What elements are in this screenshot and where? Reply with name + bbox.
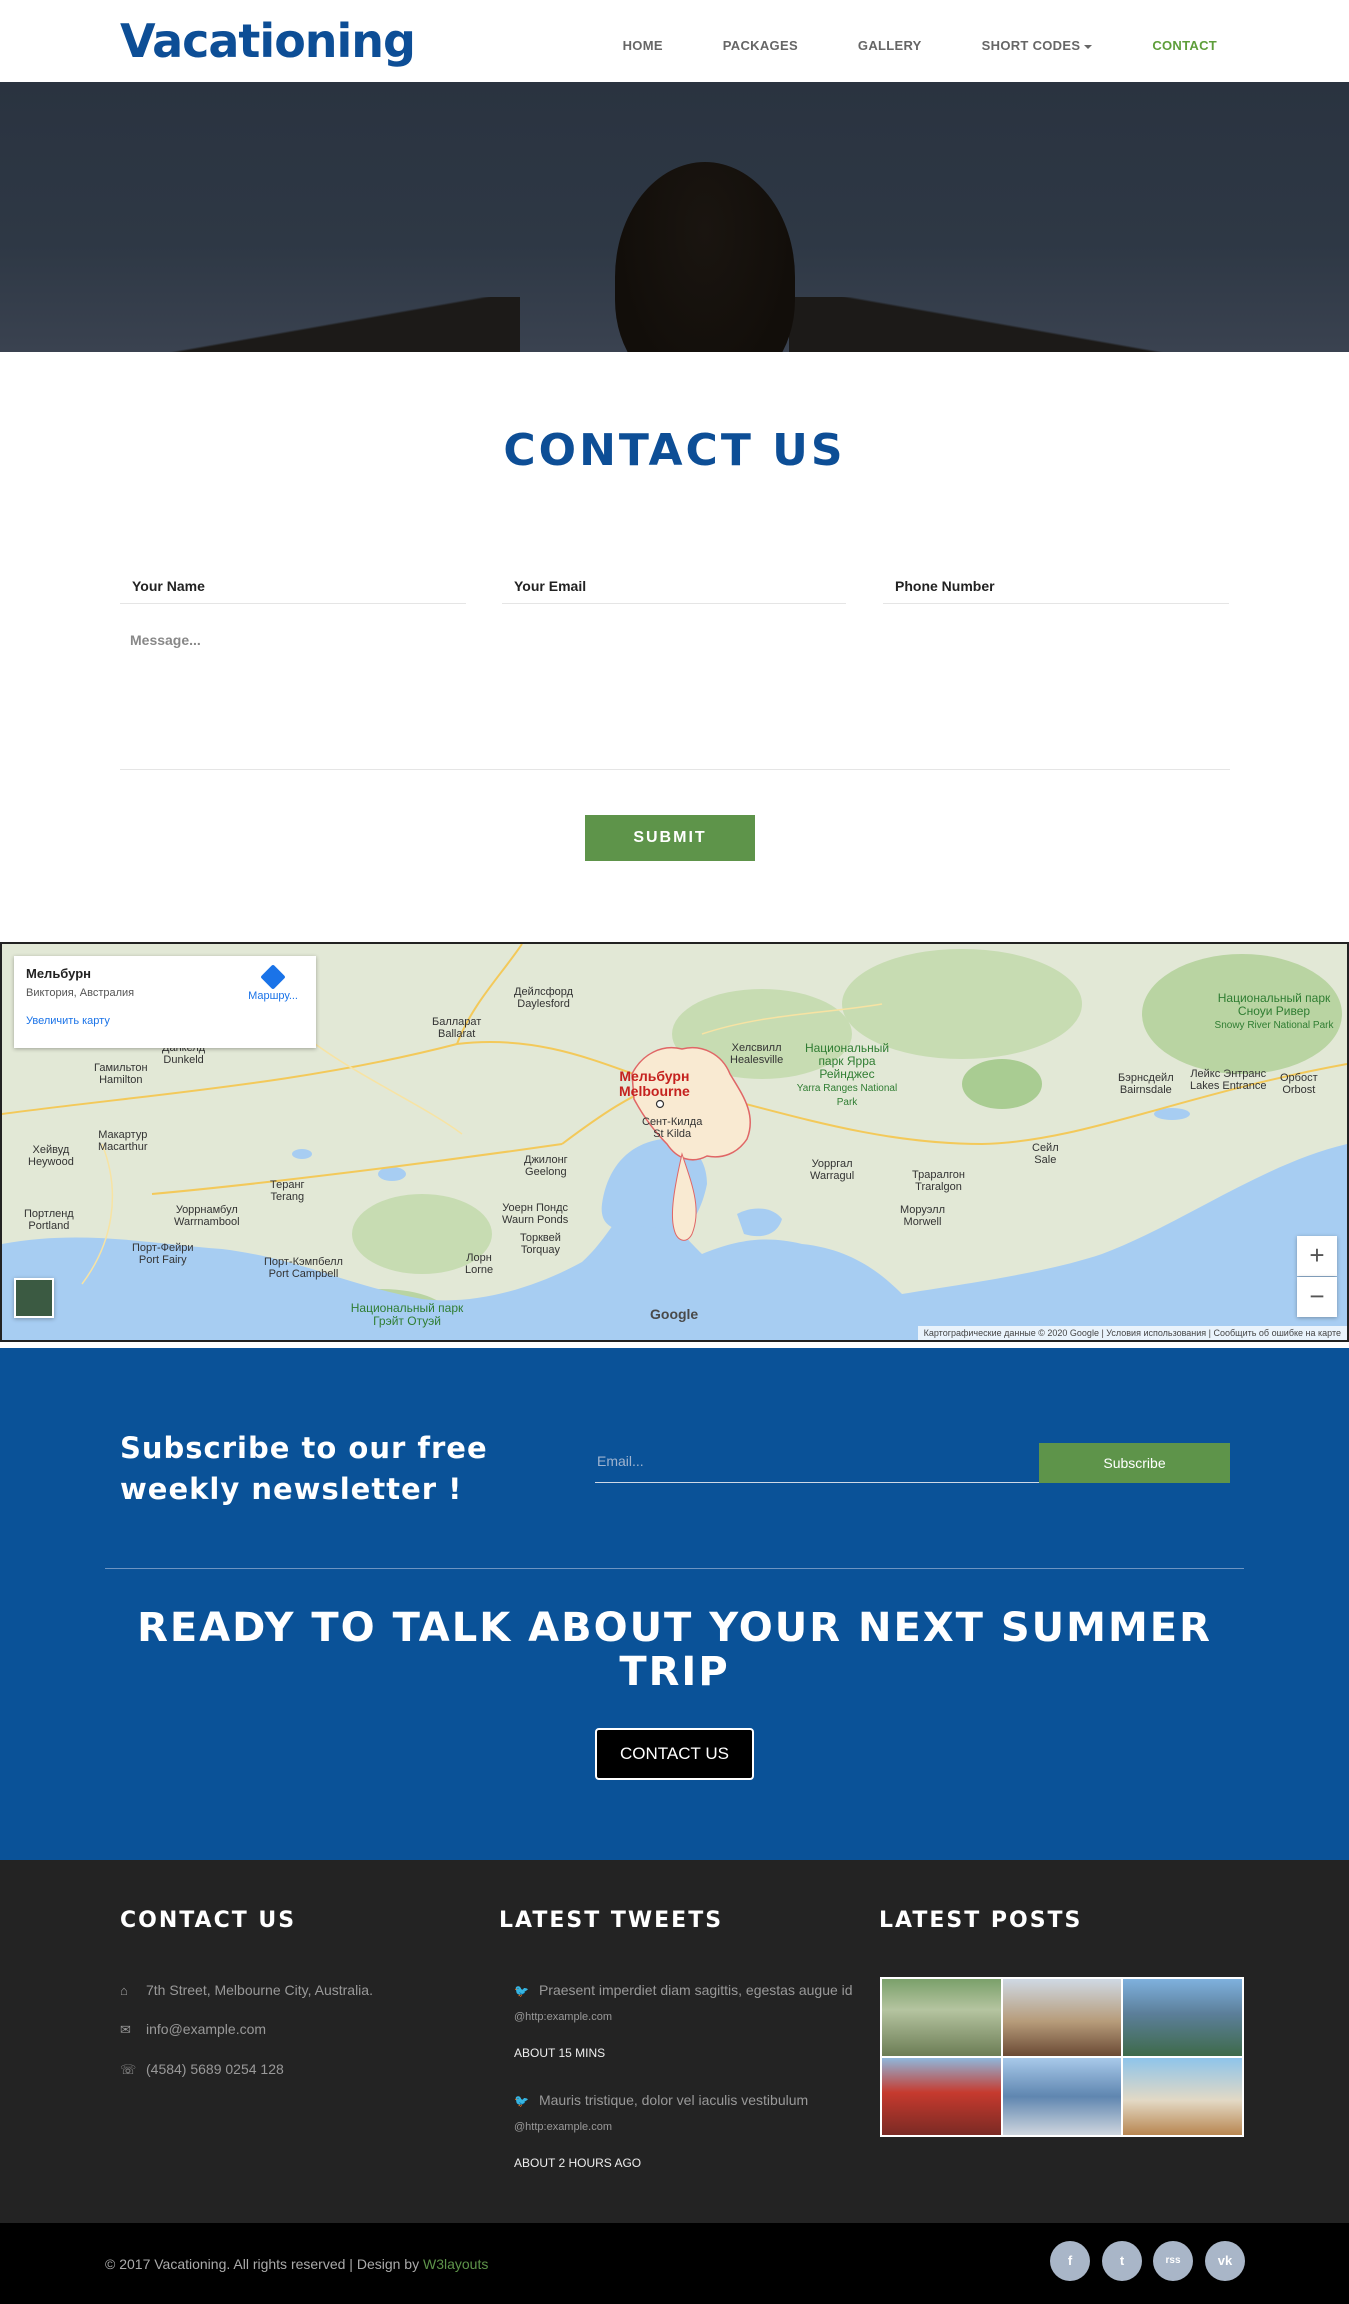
map-directions-button[interactable]: Маршру...	[248, 964, 298, 1002]
footer-email[interactable]: ✉ info@example.com	[120, 2021, 266, 2038]
map-larger-link[interactable]: Увеличить карту	[26, 1015, 304, 1027]
map-label-macarthur: Макартур Macarthur	[98, 1129, 148, 1153]
footer-address: ⌂ 7th Street, Melbourne City, Australia.	[120, 1982, 373, 1998]
map-label-heywood: Хейвуд Heywood	[28, 1144, 74, 1168]
post-thumbnail-beach[interactable]	[1123, 2058, 1242, 2135]
cta-title: READY TO TALK ABOUT YOUR NEXT SUMMER TRIP	[137, 1605, 1212, 1695]
post-thumbnail-temple[interactable]	[882, 2058, 1001, 2135]
nav-home[interactable]: HOME	[623, 38, 663, 53]
newsletter-email-input[interactable]: Email...	[595, 1443, 1039, 1483]
copyright-bar: © 2017 Vacationing. All rights reserved …	[0, 2223, 1349, 2304]
tweet-item: 🐦 Mauris tristique, dolor vel iaculis ves…	[514, 2092, 809, 2133]
map-zoom-out-button[interactable]: −	[1297, 1277, 1337, 1317]
tweet-time: ABOUT 15 MINS	[514, 2046, 606, 2060]
map-label-bairnsdale: Бэрнсдейл Bairnsdale	[1118, 1072, 1174, 1096]
home-icon: ⌂	[120, 1983, 128, 1998]
map-label-hamilton: Гамильтон Hamilton	[94, 1062, 148, 1086]
map-park-snowy: Национальный парк Сноуи Ривер Snowy River…	[1214, 991, 1334, 1032]
tweet-time: ABOUT 2 HOURS AGO	[514, 2156, 642, 2170]
site-header: Vacationing HOME PACKAGES GALLERY SHORT …	[0, 0, 1349, 82]
map-label-st-kilda: Сент-Килда St Kilda	[642, 1116, 703, 1140]
subscribe-button[interactable]: Subscribe	[1039, 1443, 1230, 1483]
main-nav: HOME PACKAGES GALLERY SHORT CODES CONTAC…	[563, 38, 1217, 53]
map-label-port-fairy: Порт-Фейри Port Fairy	[132, 1242, 194, 1266]
caret-down-icon	[1084, 44, 1093, 49]
message-field[interactable]: Message...	[120, 620, 1230, 770]
map-label-ballarat: Балларат Ballarat	[432, 1016, 482, 1040]
post-thumbnail-mountains[interactable]	[1123, 1979, 1242, 2056]
map-label-daylesford: Дейлсфорд Daylesford	[514, 986, 574, 1010]
map-label-terang: Теранг Terang	[270, 1179, 305, 1203]
map-label-morwell: Моруэлл Morwell	[900, 1204, 945, 1228]
phone-field[interactable]: Phone Number	[883, 570, 1229, 604]
designer-link[interactable]: W3layouts	[423, 2256, 488, 2272]
post-thumbnail-bridge[interactable]	[1002, 1979, 1122, 2056]
map-label-warrnambool: Уоррнамбул Warrnambool	[174, 1204, 240, 1228]
site-footer: CONTACT US ⌂ 7th Street, Melbourne City, …	[0, 1860, 1349, 2223]
nav-short-codes[interactable]: SHORT CODES	[982, 38, 1093, 53]
map-label-warragul: Уорргал Warragul	[810, 1158, 855, 1182]
map-label-healesville: Хелсвилл Healesville	[730, 1042, 784, 1066]
map-label-orbost: Орбост Orbost	[1280, 1072, 1318, 1096]
banner-shoulder-left	[0, 297, 520, 352]
site-logo[interactable]: Vacationing	[120, 14, 416, 68]
email-field[interactable]: Your Email	[502, 570, 846, 604]
map-label-geelong: Джилонг Geelong	[524, 1154, 568, 1178]
nav-short-codes-label: SHORT CODES	[981, 38, 1081, 53]
copyright-text: © 2017 Vacationing. All rights reserved …	[105, 2256, 489, 2272]
footer-tweets-title: LATEST TWEETS	[499, 1908, 724, 1933]
map-zoom-in-button[interactable]: +	[1297, 1236, 1337, 1276]
hero-banner	[0, 82, 1349, 352]
banner-shoulder-right	[789, 297, 1349, 352]
map-label-torquay: Торквей Torquay	[520, 1232, 561, 1256]
map-embed[interactable]: Балларат Ballarat Дейлсфорд Daylesford Гам…	[0, 942, 1349, 1342]
map-park-otway: Национальный парк Грэйт Отуэй	[350, 1301, 464, 1328]
newsletter-heading: Subscribe to our free weekly newsletter !	[120, 1431, 488, 1506]
map-attribution[interactable]: Картографические данные © 2020 Google | …	[917, 1326, 1347, 1340]
footer-posts-title: LATEST POSTS	[879, 1908, 1083, 1933]
map-place-card: Мельбурн Виктория, Австралия Увеличить к…	[14, 956, 316, 1048]
nav-packages[interactable]: PACKAGES	[723, 38, 798, 53]
directions-icon	[260, 964, 286, 990]
newsletter-section: Subscribe to our free weekly newsletter !…	[0, 1348, 1349, 1860]
map-label-portland: Портленд Portland	[24, 1208, 74, 1232]
twitter-icon: 🐦	[514, 2094, 529, 2108]
twitter-icon: 🐦	[514, 1984, 529, 1998]
section-divider	[105, 1568, 1244, 1569]
vk-icon[interactable]: vk	[1205, 2241, 1245, 2281]
name-field[interactable]: Your Name	[120, 570, 466, 604]
facebook-icon[interactable]: f	[1050, 2241, 1090, 2281]
map-label-melbourne: Мельбурн Melbourne	[619, 1068, 690, 1099]
banner-person-head	[615, 162, 795, 352]
google-logo: Google	[650, 1306, 699, 1322]
post-thumbnail-city[interactable]	[1002, 2058, 1122, 2135]
map-label-sale: Сейл Sale	[1032, 1142, 1059, 1166]
tweet-link[interactable]: @http:example.com	[514, 2011, 612, 2023]
post-thumbnail-market[interactable]	[882, 1979, 1001, 2056]
map-label-traralgon: Траралгон Traralgon	[912, 1169, 965, 1193]
map-label-lakes-entrance: Лейкс Энтранс Lakes Entrance	[1190, 1068, 1267, 1092]
contact-title: CONTACT US	[503, 425, 846, 476]
map-label-waurn-ponds: Уоерн Пондс Waurn Ponds	[502, 1202, 569, 1226]
cta-contact-button[interactable]: CONTACT US	[595, 1728, 754, 1780]
footer-phone: ☏ (4584) 5689 0254 128	[120, 2061, 284, 2077]
footer-contact-title: CONTACT US	[120, 1908, 297, 1933]
nav-contact[interactable]: CONTACT	[1152, 38, 1217, 53]
latest-posts-grid	[880, 1977, 1244, 2137]
tweet-link[interactable]: @http:example.com	[514, 2121, 612, 2133]
map-satellite-toggle[interactable]	[14, 1278, 54, 1318]
map-park-yarra: Национальный парк Ярра Рейнджес Yarra Ran…	[796, 1041, 898, 1109]
map-label-lorne: Лорн Lorne	[465, 1252, 494, 1276]
nav-gallery[interactable]: GALLERY	[858, 38, 922, 53]
twitter-social-icon[interactable]: t	[1102, 2241, 1142, 2281]
submit-button[interactable]: SUBMIT	[585, 815, 755, 861]
tweet-item: 🐦 Praesent imperdiet diam sagittis, egest…	[514, 1982, 853, 2023]
envelope-icon: ✉	[120, 2022, 131, 2037]
rss-icon[interactable]: rss	[1153, 2241, 1193, 2281]
phone-icon: ☏	[120, 2062, 137, 2077]
map-label-port-campbell: Порт-Кэмпбелл Port Campbell	[264, 1256, 343, 1280]
map-directions-label: Маршру...	[248, 990, 298, 1002]
